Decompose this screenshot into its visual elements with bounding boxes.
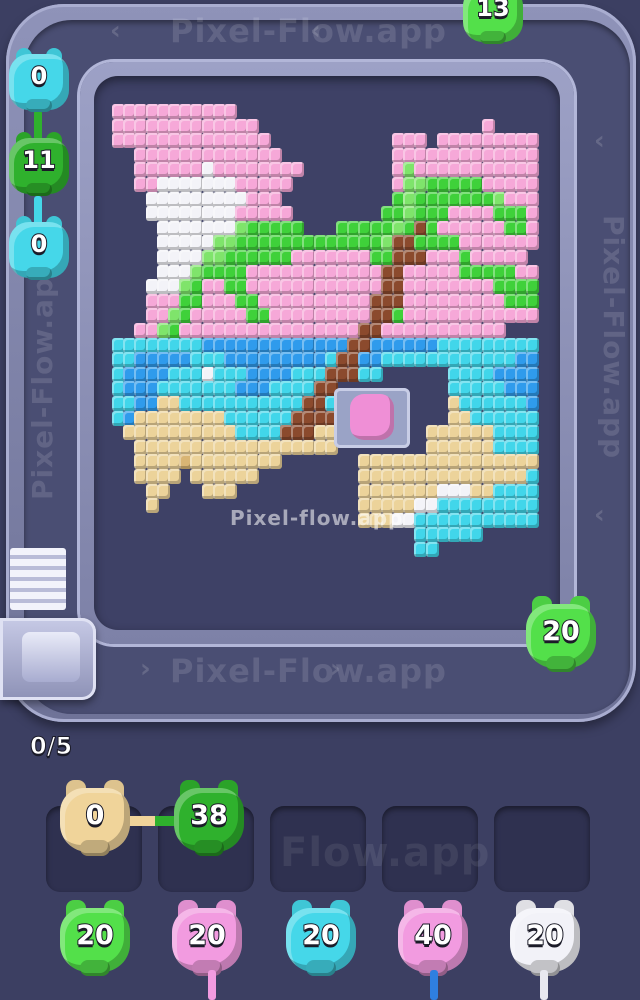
pixel-block	[526, 396, 540, 411]
pixel-block	[526, 264, 540, 280]
pixel-block	[268, 147, 282, 163]
pixel-block	[291, 162, 305, 178]
conveyor-pig: 20	[520, 594, 602, 676]
pixel-block	[526, 279, 540, 295]
pixel-block	[526, 483, 540, 499]
pixel-block	[526, 308, 540, 324]
queue-pig[interactable]: 40	[392, 898, 474, 980]
queue-counter: 0/5	[29, 732, 73, 761]
pixel-block	[526, 410, 540, 426]
pixel-block	[526, 425, 540, 441]
pixel-block	[156, 483, 170, 499]
pixel-block	[526, 439, 540, 455]
queue-pig[interactable]: 20	[280, 898, 362, 980]
conveyor-gate	[0, 618, 96, 700]
pixel-block	[470, 527, 484, 543]
pig-link	[208, 970, 216, 1000]
conveyor-pig: 11	[4, 130, 74, 200]
pixel-block	[515, 250, 529, 265]
pixel-block	[481, 118, 495, 134]
pixel-block	[425, 542, 439, 557]
queue-pig[interactable]: 20	[166, 898, 248, 980]
pixel-block	[246, 118, 260, 134]
pixel-block	[369, 366, 383, 382]
pixel-block	[492, 323, 506, 338]
pig-icon	[350, 394, 394, 440]
chevron-up-icon: ‹	[594, 500, 605, 530]
pig-link	[540, 970, 548, 1000]
watermark-center: Pixel-flow.app	[230, 506, 404, 530]
pixel-block	[257, 133, 271, 149]
watermark-bottom: Pixel-Flow.app	[170, 652, 447, 690]
pixel-block	[280, 206, 293, 222]
pixel-block	[526, 133, 540, 149]
pixel-block	[526, 337, 540, 353]
chevron-right-icon: ›	[140, 654, 151, 684]
watermark-slots: Flow.app	[280, 830, 491, 876]
watermark-left: Pixel-Flow.app	[26, 255, 59, 500]
pixel-block	[414, 133, 428, 149]
conveyor-pig: 0	[4, 214, 74, 284]
pixel-block	[224, 483, 237, 499]
game-stage: Pixel-Flow.app Pixel-Flow.app Pixel-Flow…	[0, 0, 640, 1000]
holding-slot[interactable]	[494, 806, 590, 892]
pixel-block	[145, 498, 159, 514]
pixel-block	[526, 191, 540, 207]
pixel-block	[526, 162, 540, 178]
pixel-block	[526, 498, 540, 514]
queue-pig[interactable]: 20	[54, 898, 136, 980]
chevron-up-icon: ‹	[594, 126, 605, 156]
pixel-block	[526, 366, 540, 382]
conveyor-pig: 0	[4, 46, 74, 116]
pixel-block	[526, 147, 540, 163]
watermark-right: Pixel-Flow.app	[597, 215, 630, 460]
pixel-block	[268, 454, 282, 470]
holding-pig[interactable]: 38	[168, 778, 250, 860]
pixel-block	[526, 352, 540, 368]
pixel-block	[268, 191, 282, 207]
chevron-left-icon: ‹	[310, 16, 321, 46]
pixel-block	[526, 206, 540, 222]
pixel-block	[168, 469, 181, 484]
pixel-block	[526, 512, 540, 528]
holding-pig[interactable]: 0	[54, 778, 136, 860]
queue-pig[interactable]: 20	[504, 898, 586, 980]
pixel-block	[526, 469, 540, 484]
chevron-left-icon: ‹	[110, 16, 121, 46]
pig-link	[430, 970, 438, 1000]
pixel-block	[526, 235, 540, 251]
chevron-right-icon: ›	[330, 654, 341, 684]
hidden-pig-tile[interactable]	[334, 388, 410, 448]
pixel-block	[280, 177, 293, 192]
pixel-block	[526, 220, 540, 236]
pixel-block	[291, 220, 305, 236]
watermark-top: Pixel-Flow.app	[170, 12, 447, 50]
conveyor-ramp	[10, 548, 66, 610]
pixel-block	[526, 293, 540, 309]
pixel-block	[526, 381, 540, 397]
pixel-block	[224, 104, 237, 119]
conveyor-pig: 13	[458, 0, 528, 48]
pixel-block	[526, 454, 540, 470]
pixel-art	[94, 76, 560, 630]
pixel-block	[526, 177, 540, 192]
pixel-board: Pixel-flow.app	[94, 76, 560, 630]
pixel-block	[246, 469, 260, 484]
